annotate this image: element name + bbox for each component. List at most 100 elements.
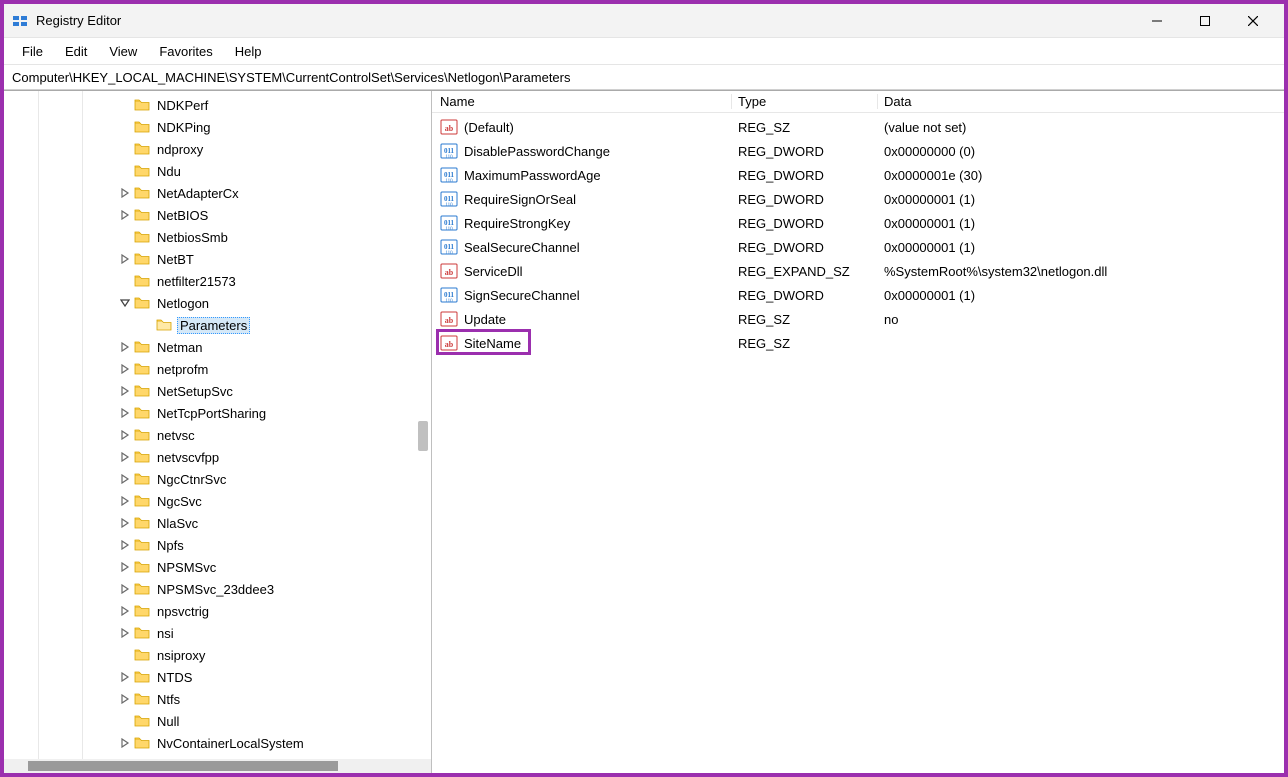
chevron-right-icon[interactable] [118,494,132,508]
tree-item-label: NTDS [157,670,192,685]
value-row[interactable]: 011 110 RequireStrongKeyREG_DWORD0x00000… [432,211,1284,235]
chevron-right-icon[interactable] [118,384,132,398]
value-row[interactable]: ab (Default)REG_SZ(value not set) [432,115,1284,139]
menu-favorites[interactable]: Favorites [149,41,222,62]
value-row[interactable]: 011 110 MaximumPasswordAgeREG_DWORD0x000… [432,163,1284,187]
chevron-right-icon[interactable] [118,670,132,684]
tree-horizontal-scrollbar[interactable] [4,759,431,773]
tree-item[interactable]: NPSMSvc_23ddee3 [4,578,431,600]
tree-item[interactable]: NlaSvc [4,512,431,534]
chevron-right-icon[interactable] [118,538,132,552]
tree-item-label: NetBT [157,252,194,267]
list-body: ab (Default)REG_SZ(value not set) 011 11… [432,113,1284,355]
value-type: REG_SZ [732,120,878,135]
tree-item[interactable]: Parameters [4,314,431,336]
folder-icon [134,142,150,156]
tree-item[interactable]: netfilter21573 [4,270,431,292]
tree-item[interactable]: Netman [4,336,431,358]
chevron-right-icon[interactable] [118,252,132,266]
tree-item[interactable]: netprofm [4,358,431,380]
tree-item[interactable]: NetSetupSvc [4,380,431,402]
content-area: NDKPerf NDKPing ndproxy Ndu NetAdapterCx… [4,90,1284,773]
value-name: RequireSignOrSeal [464,192,576,207]
chevron-right-icon[interactable] [118,362,132,376]
menu-help[interactable]: Help [225,41,272,62]
value-row[interactable]: 011 110 SealSecureChannelREG_DWORD0x0000… [432,235,1284,259]
column-name[interactable]: Name [432,94,732,109]
expander-empty [140,318,154,332]
tree-item[interactable]: NetBIOS [4,204,431,226]
value-row[interactable]: 011 110 RequireSignOrSealREG_DWORD0x0000… [432,187,1284,211]
tree-item[interactable]: NDKPerf [4,94,431,116]
string-value-icon: ab [440,310,458,328]
tree-item[interactable]: NgcCtnrSvc [4,468,431,490]
svg-text:011: 011 [444,195,455,203]
minimize-button[interactable] [1134,6,1180,36]
tree-vertical-scrollbar[interactable] [418,421,428,451]
tree-horizontal-scrollbar-thumb[interactable] [28,761,338,771]
tree-item[interactable]: Ndu [4,160,431,182]
tree-item-label: nsiproxy [157,648,205,663]
column-data[interactable]: Data [878,94,1284,109]
value-row[interactable]: ab ServiceDllREG_EXPAND_SZ%SystemRoot%\s… [432,259,1284,283]
chevron-right-icon[interactable] [118,428,132,442]
tree-item[interactable]: netvsc [4,424,431,446]
chevron-right-icon[interactable] [118,736,132,750]
value-row[interactable]: ab UpdateREG_SZno [432,307,1284,331]
svg-text:011: 011 [444,243,455,251]
value-name: Update [464,312,506,327]
tree-item[interactable]: netvscvfpp [4,446,431,468]
chevron-right-icon[interactable] [118,208,132,222]
chevron-right-icon[interactable] [118,692,132,706]
value-row[interactable]: ab SiteNameREG_SZ [432,331,1284,355]
chevron-right-icon[interactable] [118,340,132,354]
chevron-right-icon[interactable] [118,450,132,464]
tree-scroll[interactable]: NDKPerf NDKPing ndproxy Ndu NetAdapterCx… [4,91,431,759]
chevron-right-icon[interactable] [118,516,132,530]
chevron-right-icon[interactable] [118,186,132,200]
chevron-right-icon[interactable] [118,560,132,574]
chevron-right-icon[interactable] [118,626,132,640]
chevron-right-icon[interactable] [118,582,132,596]
chevron-right-icon[interactable] [118,406,132,420]
address-bar[interactable]: Computer\HKEY_LOCAL_MACHINE\SYSTEM\Curre… [4,64,1284,90]
tree-item[interactable]: NgcSvc [4,490,431,512]
chevron-right-icon[interactable] [118,604,132,618]
tree-item[interactable]: NetbiosSmb [4,226,431,248]
tree-item[interactable]: NvContainerLocalSystem [4,732,431,754]
tree-item-label: NetbiosSmb [157,230,228,245]
tree-item[interactable]: Npfs [4,534,431,556]
tree-item-label: NPSMSvc [157,560,216,575]
menu-file[interactable]: File [12,41,53,62]
dword-value-icon: 011 110 [440,214,458,232]
folder-icon [134,582,150,596]
tree-item[interactable]: NDKPing [4,116,431,138]
value-row[interactable]: 011 110 DisablePasswordChangeREG_DWORD0x… [432,139,1284,163]
tree-item[interactable]: nsi [4,622,431,644]
value-data: (value not set) [878,120,1284,135]
column-type[interactable]: Type [732,94,878,109]
tree-item[interactable]: Null [4,710,431,732]
value-name: DisablePasswordChange [464,144,610,159]
value-row[interactable]: 011 110 SignSecureChannelREG_DWORD0x0000… [432,283,1284,307]
tree-item[interactable]: ndproxy [4,138,431,160]
close-button[interactable] [1230,6,1276,36]
chevron-right-icon[interactable] [118,472,132,486]
tree-item[interactable]: NetBT [4,248,431,270]
chevron-down-icon[interactable] [118,296,132,310]
value-data: no [878,312,1284,327]
tree-item[interactable]: Netlogon [4,292,431,314]
tree-item[interactable]: nsiproxy [4,644,431,666]
tree-item[interactable]: NTDS [4,666,431,688]
tree-item[interactable]: NetAdapterCx [4,182,431,204]
tree-item[interactable]: NPSMSvc [4,556,431,578]
tree-item-label: Netlogon [157,296,209,311]
tree-item[interactable]: Ntfs [4,688,431,710]
tree-item[interactable]: npsvctrig [4,600,431,622]
svg-text:ab: ab [445,124,454,133]
menu-edit[interactable]: Edit [55,41,97,62]
value-data: 0x00000000 (0) [878,144,1284,159]
tree-item[interactable]: NetTcpPortSharing [4,402,431,424]
menu-view[interactable]: View [99,41,147,62]
maximize-button[interactable] [1182,6,1228,36]
